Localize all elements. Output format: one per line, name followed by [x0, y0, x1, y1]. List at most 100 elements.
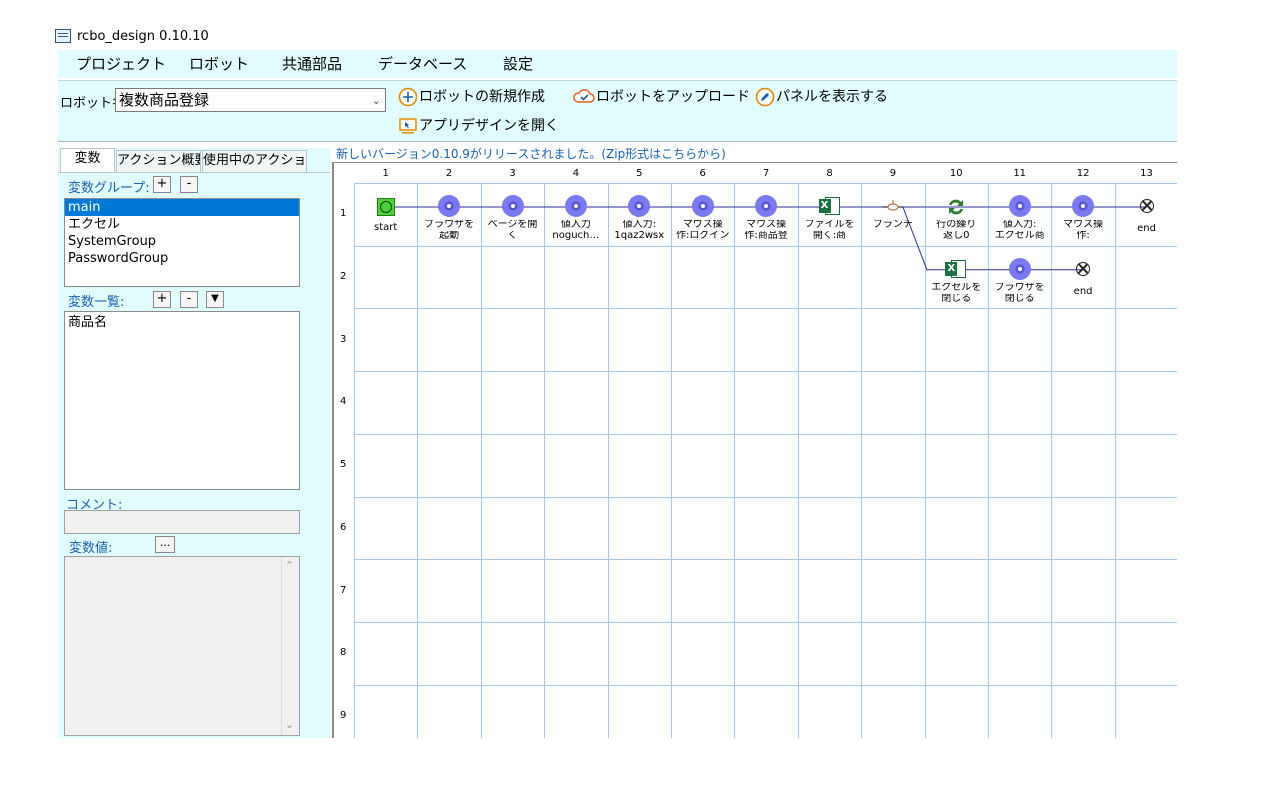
excel-icon: X	[944, 258, 968, 282]
flow-node-label: マウス操	[746, 220, 787, 230]
chrome-icon	[501, 195, 525, 219]
variable-menu-button[interactable]: ▼	[206, 291, 224, 308]
flow-node-label: 値入力	[560, 220, 591, 230]
show-panel-button[interactable]: パネルを表示する	[755, 87, 888, 109]
flow-node[interactable]: マウス操 作:ログイン	[673, 195, 733, 241]
tab-divider	[58, 172, 330, 173]
group-item-system[interactable]: SystemGroup	[65, 233, 299, 250]
chevron-down-icon: ⌄	[371, 94, 381, 107]
flow-node[interactable]: 値入力: 1qaz2wsx	[609, 195, 669, 241]
remove-variable-button[interactable]: -	[180, 291, 198, 308]
scroll-up-icon[interactable]: ⌃	[285, 559, 294, 572]
variable-group-list[interactable]: main エクセル SystemGroup PasswordGroup	[64, 198, 300, 287]
flow-node[interactable]: 値入力 noguch…	[546, 195, 606, 241]
menu-project[interactable]: プロジェクト	[76, 55, 166, 73]
flow-node-label: ブラウザを	[994, 282, 1045, 293]
flow-node-label: エクセルを	[931, 282, 982, 293]
tab-action-overview[interactable]: アクション概要	[116, 150, 201, 172]
pencil-icon	[755, 87, 775, 107]
open-app-design-button[interactable]: アプリデザインを開く	[398, 116, 559, 138]
flow-node[interactable]: end	[1117, 195, 1177, 234]
flow-node[interactable]: X ファイルを 開く:商	[800, 195, 860, 241]
tab-variables[interactable]: 変数	[60, 148, 115, 172]
robot-name-select[interactable]: 複数商品登録 ⌄	[115, 88, 386, 112]
variable-value-label: 変数値:	[69, 541, 113, 556]
flow-node-label: 行の繰り	[936, 220, 977, 230]
flow-node[interactable]: X エクセルを 閉じる	[926, 258, 986, 304]
flow-node-sublabel: 1qaz2wsx	[614, 231, 665, 241]
robot-name-value: 複数商品登録	[119, 91, 210, 109]
chrome-icon	[627, 195, 651, 219]
group-item-excel[interactable]: エクセル	[65, 216, 299, 233]
end-icon	[1071, 261, 1095, 286]
flow-node[interactable]: ページを開く	[483, 195, 543, 241]
flow-node[interactable]: 行の繰り 返し0	[926, 195, 986, 241]
chrome-icon	[1008, 257, 1032, 282]
group-item-password[interactable]: PasswordGroup	[65, 250, 299, 267]
tab-actions-in-use[interactable]: 使用中のアクション	[202, 150, 307, 172]
variable-list[interactable]: 商品名	[64, 311, 300, 490]
flow-node-label: ページを開	[487, 220, 538, 230]
flow-node-sublabel: 作:商品登	[744, 231, 788, 241]
flow-connectors	[385, 206, 1147, 271]
flow-node-sublabel: く	[507, 231, 518, 241]
upload-robot-button[interactable]: ロボットをアップロード	[573, 87, 750, 109]
flow-node[interactable]: マウス操 作:商品登	[736, 195, 796, 241]
plus-circle-icon	[398, 87, 418, 107]
flow-node[interactable]: end	[1053, 258, 1113, 297]
variable-value-field[interactable]: ⌃ ⌄	[64, 556, 300, 736]
flow-node-label: ブランチ	[872, 220, 913, 230]
flow-node-sublabel: 返し0	[943, 231, 970, 241]
add-group-button[interactable]: +	[153, 176, 171, 193]
flow-node[interactable]: ブラウザを 起動	[419, 195, 479, 241]
scroll-down-icon[interactable]: ⌄	[285, 718, 294, 731]
flow-node-sublabel: 閉じる	[1004, 293, 1035, 304]
flow-node[interactable]: 値入力: エクセル商	[990, 195, 1050, 241]
start-icon	[374, 198, 398, 222]
menu-common-parts[interactable]: 共通部品	[282, 55, 342, 73]
add-variable-button[interactable]: +	[153, 291, 171, 308]
variable-value-edit-button[interactable]: ...	[155, 536, 175, 553]
comment-field[interactable]	[64, 510, 300, 534]
flow-node-label: end	[1073, 286, 1093, 297]
flow-node[interactable]: start	[356, 195, 416, 233]
loop-icon	[944, 195, 968, 219]
flow-node[interactable]: ブランチ	[863, 195, 923, 230]
flow-node[interactable]: ブラウザを 閉じる	[990, 257, 1050, 304]
chrome-icon	[691, 195, 715, 219]
flow-node-sublabel: エクセル商	[994, 231, 1045, 241]
flow-node-label: マウス操	[1063, 220, 1104, 230]
show-panel-label: パネルを表示する	[776, 89, 888, 105]
flow-node[interactable]: マウス操 作:	[1053, 195, 1113, 241]
remove-group-button[interactable]: -	[180, 176, 198, 193]
menu-settings[interactable]: 設定	[503, 55, 533, 73]
flow-node-label: ファイルを	[804, 220, 855, 230]
menu-database[interactable]: データベース	[378, 55, 467, 73]
flow-node-sublabel: 起動	[439, 231, 460, 241]
flow-node-sublabel: 開く:商	[812, 231, 847, 241]
variable-group-label: 変数グループ:	[68, 181, 150, 196]
monitor-icon	[399, 118, 417, 134]
new-robot-button[interactable]: ロボットの新規作成	[398, 87, 545, 109]
upload-robot-label: ロボットをアップロード	[596, 89, 750, 105]
group-item-main[interactable]: main	[65, 199, 299, 216]
new-robot-label: ロボットの新規作成	[419, 89, 545, 105]
open-app-design-label: アプリデザインを開く	[419, 118, 559, 134]
variables-panel: 変数 アクション概要 使用中のアクション 変数グループ: + - main エク…	[58, 148, 330, 738]
flow-node-sublabel: 作:ログイン	[676, 231, 730, 241]
flow-node-label: ブラウザを	[424, 220, 475, 230]
excel-icon: X	[818, 195, 842, 219]
menu-robot[interactable]: ロボット	[189, 55, 249, 73]
value-scrollbar[interactable]: ⌃ ⌄	[281, 557, 299, 735]
flow-node-sublabel: 作:	[1076, 231, 1090, 241]
chrome-icon	[564, 195, 588, 219]
flow-canvas[interactable]: 1 2 3 4 5 6 7 8 9 10 11 12 13 123456789 start ブラウザを 起動…	[332, 162, 1177, 738]
chrome-icon	[1071, 195, 1095, 219]
end-icon	[1135, 199, 1159, 223]
variable-item[interactable]: 商品名	[65, 314, 299, 331]
chrome-icon	[437, 195, 461, 219]
title-bar: rcbo_design 0.10.10	[55, 28, 455, 48]
new-version-notice-link[interactable]: 新しいバージョン0.10.9がリリースされました。(Zip形式はこちらから)	[336, 145, 726, 162]
flow-node-sublabel: noguch…	[552, 231, 600, 241]
flow-node-label: end	[1137, 224, 1156, 234]
